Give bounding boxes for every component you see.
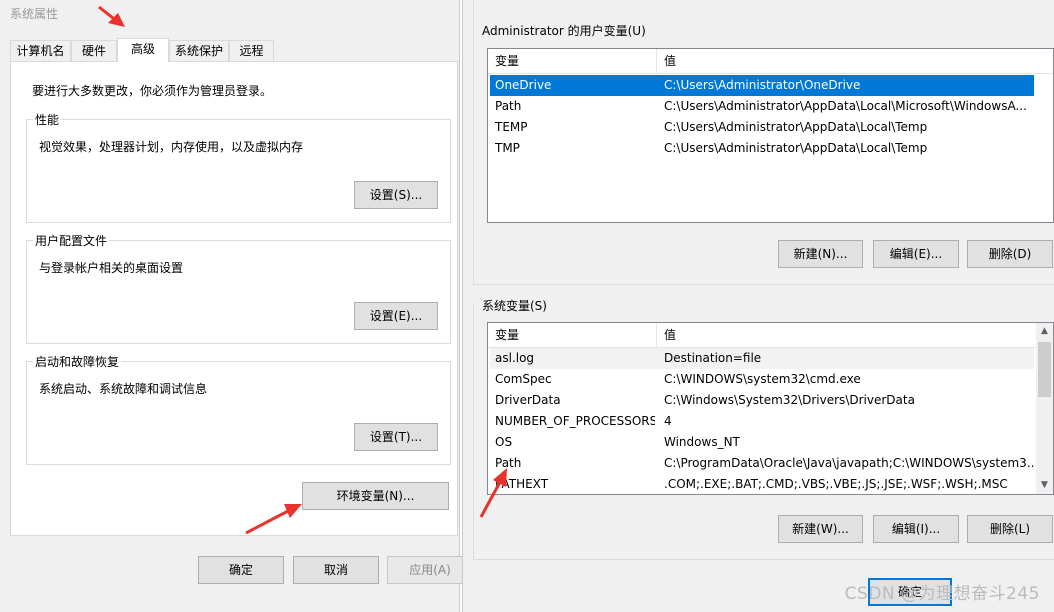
user-profiles-group: 用户配置文件 与登录帐户相关的桌面设置 设置(E)... xyxy=(26,232,451,344)
variable-value: 4 xyxy=(664,414,672,428)
variable-name: NUMBER_OF_PROCESSORS xyxy=(495,414,655,428)
user-variable-row[interactable]: TEMP C:\Users\Administrator\AppData\Loca… xyxy=(490,117,1034,138)
system-variables-label: 系统变量(S) xyxy=(482,297,550,314)
system-new-button[interactable]: 新建(W)... xyxy=(778,515,863,543)
tab-hardware[interactable]: 硬件 xyxy=(71,40,117,61)
variable-value: Destination=file xyxy=(664,351,762,365)
variable-value: C:\Users\Administrator\OneDrive xyxy=(664,78,861,92)
startup-recovery-settings-button[interactable]: 设置(T)... xyxy=(354,423,438,451)
variable-value: Windows_NT xyxy=(664,435,740,449)
user-variable-row[interactable]: OneDrive C:\Users\Administrator\OneDrive xyxy=(490,75,1034,96)
scroll-down-icon[interactable]: ▼ xyxy=(1036,477,1053,494)
cancel-button[interactable]: 取消 xyxy=(293,556,379,584)
user-delete-button[interactable]: 删除(D) xyxy=(967,240,1053,268)
advanced-tab-panel: 要进行大多数更改，你必须作为管理员登录。 性能 视觉效果，处理器计划，内存使用，… xyxy=(10,61,458,536)
variable-name: DriverData xyxy=(495,393,561,407)
column-header-value[interactable]: 值 xyxy=(657,323,1038,347)
startup-recovery-group: 启动和故障恢复 系统启动、系统故障和调试信息 设置(T)... xyxy=(26,353,451,465)
scrollbar-thumb[interactable] xyxy=(1038,342,1051,397)
tab-advanced[interactable]: 高级 xyxy=(117,38,169,62)
group-label: 启动和故障恢复 xyxy=(33,353,122,370)
variable-value: C:\Windows\System32\Drivers\DriverData xyxy=(664,393,915,407)
list-header: 变量 值 xyxy=(488,49,1053,74)
list-header: 变量 值 xyxy=(488,323,1038,348)
group-description: 与登录帐户相关的桌面设置 xyxy=(39,261,184,275)
column-header-variable[interactable]: 变量 xyxy=(488,323,657,347)
scroll-up-icon[interactable]: ▲ xyxy=(1036,323,1053,340)
variable-name: ComSpec xyxy=(495,372,552,386)
user-profiles-settings-button[interactable]: 设置(E)... xyxy=(354,302,438,330)
user-edit-button[interactable]: 编辑(E)... xyxy=(873,240,959,268)
system-variable-row[interactable]: ComSpec C:\WINDOWS\system32\cmd.exe xyxy=(490,369,1034,390)
tab-remote[interactable]: 远程 xyxy=(229,40,274,61)
column-header-value[interactable]: 值 xyxy=(657,49,1053,73)
variable-value: C:\Users\Administrator\AppData\Local\Tem… xyxy=(664,141,928,155)
performance-group: 性能 视觉效果，处理器计划，内存使用，以及虚拟内存 设置(S)... xyxy=(26,111,451,223)
ok-button[interactable]: 确定 xyxy=(198,556,284,584)
system-variable-row[interactable]: DriverData C:\Windows\System32\Drivers\D… xyxy=(490,390,1034,411)
system-variables-list[interactable]: 变量 值 asl.log Destination=file ComSpec C:… xyxy=(487,322,1054,495)
system-variable-row[interactable]: PATHEXT .COM;.EXE;.BAT;.CMD;.VBS;.VBE;.J… xyxy=(490,474,1034,494)
performance-settings-button[interactable]: 设置(S)... xyxy=(354,181,438,209)
user-variable-row[interactable]: TMP C:\Users\Administrator\AppData\Local… xyxy=(490,138,1034,159)
variable-name: OneDrive xyxy=(495,78,552,92)
environment-variables-window: Administrator 的用户变量(U) 变量 值 OneDrive C:\… xyxy=(462,0,1054,612)
variable-name: PATHEXT xyxy=(495,477,549,491)
variable-name: OS xyxy=(495,435,513,449)
system-delete-button[interactable]: 删除(L) xyxy=(967,515,1053,543)
environment-variables-button[interactable]: 环境变量(N)... xyxy=(302,482,449,510)
variable-name: Path xyxy=(495,99,522,113)
user-variables-list[interactable]: 变量 值 OneDrive C:\Users\Administrator\One… xyxy=(487,48,1054,223)
variable-value: C:\ProgramData\Oracle\Java\javapath;C:\W… xyxy=(664,456,1034,470)
admin-notice: 要进行大多数更改，你必须作为管理员登录。 xyxy=(32,84,273,98)
system-variable-row[interactable]: NUMBER_OF_PROCESSORS 4 xyxy=(490,411,1034,432)
system-variable-row[interactable]: asl.log Destination=file xyxy=(490,348,1034,369)
window-title: 系统属性 xyxy=(10,7,59,21)
variable-value: C:\WINDOWS\system32\cmd.exe xyxy=(664,372,861,386)
watermark: CSDN @为理想奋斗245 xyxy=(844,584,1040,604)
vertical-scrollbar[interactable]: ▲ ▼ xyxy=(1036,323,1053,494)
group-label: 性能 xyxy=(33,111,62,128)
column-header-variable[interactable]: 变量 xyxy=(488,49,657,73)
system-variable-row[interactable]: Path C:\ProgramData\Oracle\Java\javapath… xyxy=(490,453,1034,474)
system-variable-row[interactable]: OS Windows_NT xyxy=(490,432,1034,453)
variable-value: C:\Users\Administrator\AppData\Local\Tem… xyxy=(664,120,928,134)
variable-name: TMP xyxy=(495,141,520,155)
user-new-button[interactable]: 新建(N)... xyxy=(778,240,863,268)
variable-value: C:\Users\Administrator\AppData\Local\Mic… xyxy=(664,99,1027,113)
variable-value: .COM;.EXE;.BAT;.CMD;.VBS;.VBE;.JS;.JSE;.… xyxy=(664,477,1008,491)
system-properties-window: 系统属性 计算机名 硬件 高级 系统保护 远程 要进行大多数更改，你必须作为管理… xyxy=(0,0,473,612)
apply-button[interactable]: 应用(A) xyxy=(387,556,473,584)
variable-name: asl.log xyxy=(495,351,535,365)
variable-name: TEMP xyxy=(495,120,528,134)
user-variables-label: Administrator 的用户变量(U) xyxy=(482,24,646,38)
group-description: 视觉效果，处理器计划，内存使用，以及虚拟内存 xyxy=(39,140,304,154)
system-edit-button[interactable]: 编辑(I)... xyxy=(873,515,959,543)
variable-name: Path xyxy=(495,456,522,470)
tab-computer-name[interactable]: 计算机名 xyxy=(10,40,71,61)
group-label: 用户配置文件 xyxy=(33,232,110,249)
user-variable-row[interactable]: Path C:\Users\Administrator\AppData\Loca… xyxy=(490,96,1034,117)
tab-system-protection[interactable]: 系统保护 xyxy=(169,40,229,61)
group-description: 系统启动、系统故障和调试信息 xyxy=(39,382,208,396)
